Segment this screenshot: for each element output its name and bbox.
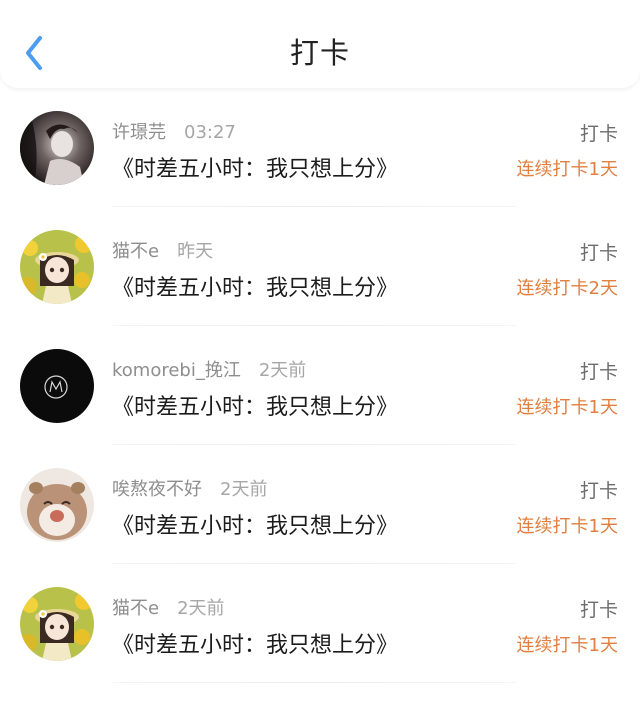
streak-label: 连续打卡1天 [516,635,618,656]
anime-girl-sunflower-avatar [20,230,94,304]
username[interactable]: 猫不e [112,241,159,262]
streak-label: 连续打卡1天 [516,516,618,537]
streak-label: 连续打卡1天 [516,397,618,418]
checkin-label: 打卡 [579,480,618,502]
book-title[interactable]: 《时差五小时：我只想上分》 [112,270,398,302]
checkin-label: 打卡 [579,242,618,264]
username[interactable]: 猫不e [112,598,159,619]
anime-girl-sunflower-avatar [20,587,94,661]
avatar[interactable] [20,111,94,185]
checkin-list: 许璟芫 03:27 《时差五小时：我只想上分》 打卡 连续打卡1天 猫不e 昨天… [0,88,640,683]
book-title[interactable]: 《时差五小时：我只想上分》 [112,151,398,183]
streak-label: 连续打卡2天 [516,278,618,299]
timestamp: 2天前 [258,360,307,381]
avatar[interactable] [20,349,94,423]
top-navigation-bar: 打卡 [0,0,640,88]
list-item[interactable]: 许璟芫 03:27 《时差五小时：我只想上分》 打卡 连续打卡1天 [0,88,640,207]
black-circle-logo-avatar [20,349,94,423]
entry-meta: 猫不e 昨天 [112,237,213,263]
checkin-label: 打卡 [579,599,618,621]
hamster-avatar [20,468,94,542]
list-item[interactable]: komorebi_挽江 2天前 《时差五小时：我只想上分》 打卡 连续打卡1天 [0,326,640,445]
avatar[interactable] [20,587,94,661]
avatar[interactable] [20,468,94,542]
timestamp: 03:27 [184,122,236,143]
username[interactable]: 唉熬夜不好 [112,479,202,500]
book-title[interactable]: 《时差五小时：我只想上分》 [112,627,398,659]
username[interactable]: komorebi_挽江 [112,360,241,381]
entry-meta: 唉熬夜不好 2天前 [112,475,267,501]
list-item[interactable]: 猫不e 2天前 《时差五小时：我只想上分》 打卡 连续打卡1天 [0,564,640,683]
entry-meta: 许璟芫 03:27 [112,118,236,144]
username[interactable]: 许璟芫 [112,122,166,143]
entry-meta: komorebi_挽江 2天前 [112,356,306,382]
streak-label: 连续打卡1天 [516,159,618,180]
page-title: 打卡 [289,36,350,70]
entry-meta: 猫不e 2天前 [112,594,225,620]
timestamp: 昨天 [177,241,214,262]
book-title[interactable]: 《时差五小时：我只想上分》 [112,508,398,540]
photo-avatar-woman [20,111,94,185]
list-item[interactable]: 猫不e 昨天 《时差五小时：我只想上分》 打卡 连续打卡2天 [0,207,640,326]
list-item[interactable]: 唉熬夜不好 2天前 《时差五小时：我只想上分》 打卡 连续打卡1天 [0,445,640,564]
avatar[interactable] [20,230,94,304]
timestamp: 2天前 [177,598,225,619]
checkin-label: 打卡 [579,123,618,145]
timestamp: 2天前 [220,479,268,500]
divider [112,682,516,683]
book-title[interactable]: 《时差五小时：我只想上分》 [112,389,398,421]
checkin-label: 打卡 [579,361,618,383]
